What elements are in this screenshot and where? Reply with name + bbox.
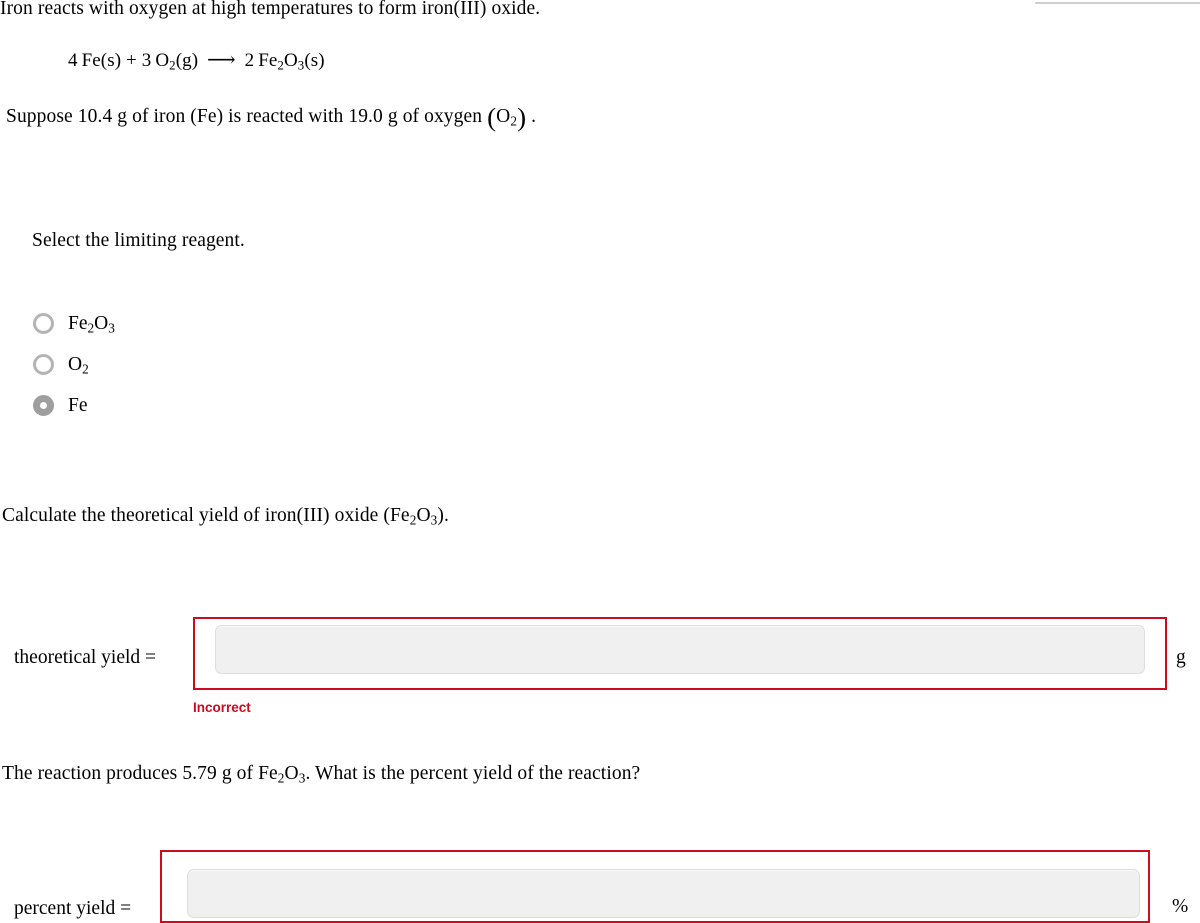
radio-sub-o2-1: 2: [82, 361, 89, 377]
equation-product-part1: Fe: [258, 50, 278, 71]
theoretical-yield-input[interactable]: [215, 625, 1145, 674]
radio-sub-fe2o3-2: 3: [108, 320, 115, 336]
problem-page: Iron reacts with oxygen at high temperat…: [0, 0, 1200, 923]
radio-option-o2[interactable]: O2: [33, 344, 115, 385]
equation-product-coeff: 2: [244, 50, 255, 71]
percent-prompt-prefix: The reaction produces: [2, 763, 183, 784]
oxygen-mass-value: 19.0: [348, 106, 383, 127]
equation-reactant2-coeff: 3: [141, 50, 152, 71]
radio-option-fe[interactable]: Fe: [33, 385, 115, 426]
theoretical-yield-label: theoretical yield =: [14, 647, 157, 668]
open-paren: (: [487, 102, 497, 133]
equation-reactant2-state: (g): [175, 50, 199, 71]
iron-mass-value: 10.4: [77, 106, 113, 127]
suppose-period: .: [531, 106, 537, 127]
equation-reactant2-formula: O: [155, 50, 170, 71]
equation-reactant1: Fe(s): [81, 50, 122, 71]
radio-option-fe2o3[interactable]: Fe2O3: [33, 303, 115, 344]
limiting-reagent-options: Fe2O3 O2 Fe: [33, 303, 115, 426]
reaction-arrow-icon: ⟶: [207, 49, 236, 71]
theoretical-prompt-prefix: Calculate the theoretical yield of iron(…: [2, 505, 410, 526]
given-masses-text: Suppose 10.4 g of iron (Fe) is reacted w…: [6, 102, 537, 133]
theoretical-yield-unit: g: [1176, 647, 1186, 668]
radio-button-icon-fe[interactable]: [33, 395, 54, 416]
top-divider-rule: [1035, 2, 1200, 4]
produced-mass-value: 5.79: [182, 763, 217, 784]
close-paren: ): [517, 102, 527, 133]
chemical-equation: 4 Fe(s) + 3 O2(g) ⟶ 2 Fe2O3(s): [68, 48, 325, 73]
equation-plus: +: [126, 50, 137, 71]
equation-product-part2: O: [283, 50, 298, 71]
percent-prompt-sub1: 2: [277, 770, 285, 786]
oxygen-formula: O: [496, 106, 511, 127]
percent-prompt-mid: g of Fe: [216, 763, 278, 784]
percent-yield-input[interactable]: [187, 869, 1140, 918]
theoretical-yield-prompt: Calculate the theoretical yield of iron(…: [2, 504, 449, 528]
percent-yield-unit: %: [1172, 896, 1189, 917]
radio-label-fe: Fe: [68, 394, 88, 416]
theoretical-prompt-mid: O: [416, 505, 431, 526]
suppose-suffix: g of oxygen: [382, 106, 488, 127]
radio-label-fe2o3: Fe2O3: [68, 312, 115, 336]
radio-label-o2: O2: [68, 353, 89, 377]
theoretical-prompt-suffix: ).: [437, 505, 449, 526]
percent-yield-label: percent yield =: [14, 898, 132, 919]
percent-prompt-suffix: . What is the percent yield of the react…: [305, 763, 641, 784]
percent-prompt-mid2: O: [284, 763, 299, 784]
radio-button-icon-o2[interactable]: [33, 354, 54, 375]
equation-reactant1-coeff: 4: [68, 50, 78, 71]
suppose-middle: g of iron (Fe) is reacted with: [112, 106, 349, 127]
theoretical-yield-feedback-incorrect: Incorrect: [193, 700, 251, 715]
suppose-prefix: Suppose: [6, 106, 78, 127]
limiting-reagent-prompt: Select the limiting reagent.: [32, 230, 245, 251]
equation-product-state: (s): [304, 50, 325, 71]
radio-button-icon-fe2o3[interactable]: [33, 313, 54, 334]
percent-yield-prompt: The reaction produces 5.79 g of Fe2O3. W…: [2, 762, 640, 786]
oxygen-subscript: 2: [510, 113, 518, 129]
intro-text: Iron reacts with oxygen at high temperat…: [0, 0, 541, 19]
